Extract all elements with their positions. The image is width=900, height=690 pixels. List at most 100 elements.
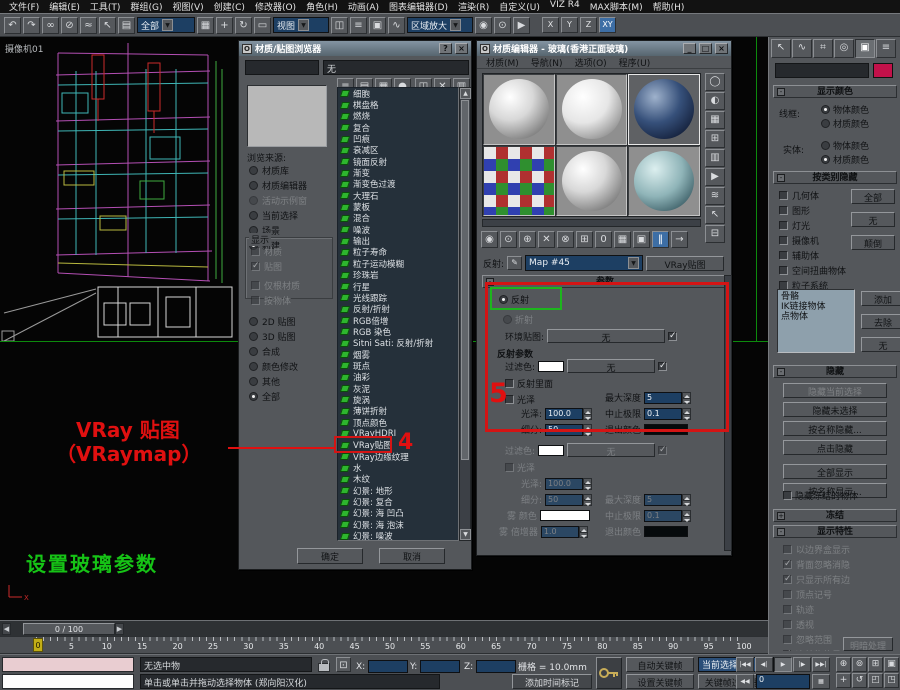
zoom-extents-icon[interactable]: ⊞	[868, 657, 883, 672]
time-slider-handle[interactable]: 0 / 100	[23, 623, 115, 635]
refract-radio[interactable]: 折射	[503, 313, 533, 326]
map-list-item[interactable]: 棋盘格	[338, 99, 458, 110]
axis-z-button[interactable]: Z	[580, 17, 597, 33]
axis-x-button[interactable]: X	[542, 17, 559, 33]
radio-option[interactable]: 全部	[249, 390, 298, 403]
map-list-item[interactable]: VRayHDRI	[338, 428, 458, 439]
object-color-swatch[interactable]	[873, 63, 893, 78]
auto-key-button[interactable]: 自动关键帧	[626, 657, 694, 672]
select-and-rotate-icon[interactable]: ↻	[235, 17, 252, 34]
map-list-item[interactable]: 幻景: 海 泡沫	[338, 519, 458, 530]
align-icon[interactable]: ≡	[350, 17, 367, 34]
panel-button[interactable]: 按名称隐藏...	[783, 421, 887, 436]
list-item[interactable]: 骨骼	[781, 292, 851, 302]
redo-icon[interactable]: ↷	[23, 17, 40, 34]
prev-frame-icon[interactable]: ◀|	[755, 657, 773, 672]
glossy-row[interactable]: 光泽	[505, 393, 535, 406]
axis-xy-button[interactable]: XY	[599, 17, 616, 33]
background-icon[interactable]: ▦	[705, 111, 725, 129]
menu-item[interactable]: 动画(A)	[343, 0, 384, 13]
checkbox-option[interactable]: 按物体	[251, 294, 300, 307]
pick-icon[interactable]: ✎	[507, 256, 522, 270]
map-list-item[interactable]: 凹痕	[338, 133, 458, 144]
reset-map-icon[interactable]: ✕	[538, 231, 555, 248]
go-to-parent-icon[interactable]: ‖	[652, 231, 669, 248]
region-zoom-icon[interactable]: +	[836, 673, 851, 688]
add-time-tag-button[interactable]: 添加时间标记	[512, 674, 592, 689]
reflect-inside-row[interactable]: 反射里面	[505, 377, 553, 390]
map-list-item[interactable]: 幻景: 噪波	[338, 530, 458, 541]
reflect-radio[interactable]: 反射	[499, 293, 529, 306]
go-to-end-icon[interactable]: ▶▶|	[812, 657, 830, 672]
select-by-material-icon[interactable]: ↖	[705, 206, 725, 224]
checkbox-option[interactable]: 只显示所有边	[783, 573, 868, 586]
map-list-item[interactable]: 细胞	[338, 88, 458, 99]
map-list-item[interactable]: 幻景: 地形	[338, 485, 458, 496]
help-button[interactable]: ?	[439, 43, 452, 54]
editor-title-bar[interactable]: O 材质编辑器 - 玻璃(香港正面玻璃) _ □ ×	[477, 41, 731, 56]
show-map-in-viewport-icon[interactable]: ▦	[614, 231, 631, 248]
menu-item[interactable]: 群组(G)	[125, 0, 167, 13]
zoom-extents-all-icon[interactable]: ▣	[884, 657, 899, 672]
map-list-item[interactable]: 幻景: 海 凹凸	[338, 508, 458, 519]
map-list-item[interactable]: 蒙板	[338, 201, 458, 212]
prev-frame-arrow-icon[interactable]: ◀	[2, 623, 11, 635]
checkbox-option[interactable]: 几何体	[779, 189, 846, 202]
menu-item[interactable]: 视图(V)	[167, 0, 208, 13]
map-list-item[interactable]: 木纹	[338, 474, 458, 485]
menu-item[interactable]: MAX脚本(M)	[585, 0, 648, 13]
render-scene-icon[interactable]: ◉	[475, 17, 492, 34]
current-frame-marker[interactable]: 0	[33, 638, 43, 652]
material-id-icon[interactable]: 0	[595, 231, 612, 248]
sample-slot[interactable]	[483, 146, 555, 217]
fog-mult-spinner[interactable]: 1.0	[541, 526, 588, 538]
checkbox-option[interactable]: 轨迹	[783, 603, 868, 616]
tab-hierarchy-icon[interactable]: ⌗	[813, 39, 833, 58]
menu-item[interactable]: 角色(H)	[301, 0, 343, 13]
tab-motion-icon[interactable]: ◎	[834, 39, 854, 58]
min-max-toggle-icon[interactable]: ◳	[884, 673, 899, 688]
go-forward-sibling-icon[interactable]: →	[671, 231, 688, 248]
refr-filter-checkbox[interactable]	[658, 446, 667, 455]
display-color-rollout[interactable]: -显示颜色	[773, 85, 897, 98]
play-icon[interactable]: ▶	[774, 657, 792, 672]
wire-material-radio[interactable]: 材质颜色	[821, 117, 869, 130]
map-list-item[interactable]: 渐变	[338, 167, 458, 178]
checkbox-option[interactable]: 空间扭曲物体	[779, 264, 846, 277]
scroll-up-icon[interactable]: ▲	[460, 88, 471, 99]
map-list-item[interactable]: 顶点颜色	[338, 417, 458, 428]
undo-icon[interactable]: ↶	[4, 17, 21, 34]
refr-glossiness-spinner[interactable]: 100.0	[545, 478, 592, 490]
time-config-icon[interactable]: ▦	[812, 674, 830, 689]
checkbox-option[interactable]: 顶点记号	[783, 588, 868, 601]
map-list-item[interactable]: 灰泥	[338, 383, 458, 394]
panel-button[interactable]: 点击隐藏	[783, 440, 887, 455]
zoom-icon[interactable]: ⊕	[836, 657, 851, 672]
panel-button[interactable]: 颠倒	[851, 235, 895, 250]
set-key-toggle[interactable]	[596, 657, 622, 689]
checkbox-option[interactable]: 背面忽略消隐	[783, 558, 868, 571]
map-list-item[interactable]: 输出	[338, 235, 458, 246]
sample-slot[interactable]	[483, 74, 555, 145]
params-rollout-header[interactable]: -参数	[482, 275, 728, 288]
map-list-item[interactable]: 光线跟踪	[338, 292, 458, 303]
sample-hscrollbar[interactable]	[482, 219, 701, 227]
panel-button[interactable]: 去除	[861, 314, 900, 329]
select-by-name-icon[interactable]: ▤	[118, 17, 135, 34]
menu-item[interactable]: 材质(M)	[481, 56, 524, 69]
menu-item[interactable]: 创建(C)	[209, 0, 250, 13]
fog-color-swatch[interactable]	[540, 510, 590, 521]
select-and-scale-icon[interactable]: ▭	[254, 17, 271, 34]
z-field[interactable]	[476, 660, 516, 673]
shade-button[interactable]: 明暗处理	[843, 637, 893, 651]
map-list-item[interactable]: 斑点	[338, 360, 458, 371]
macro-recorder-pane[interactable]	[2, 657, 134, 672]
map-list-item[interactable]: 镜面反射	[338, 156, 458, 167]
checkbox-option[interactable]: 仅根材质	[251, 279, 300, 292]
refr-max-depth-spinner[interactable]: 5	[644, 494, 691, 506]
subdivs-spinner[interactable]: 50	[545, 424, 592, 436]
menu-item[interactable]: VIZ R4	[545, 0, 585, 13]
window-crossing-icon[interactable]: ▦	[197, 17, 214, 34]
panel-button[interactable]: 隐藏未选择	[783, 402, 887, 417]
render-type-icon[interactable]: ⊙	[494, 17, 511, 34]
